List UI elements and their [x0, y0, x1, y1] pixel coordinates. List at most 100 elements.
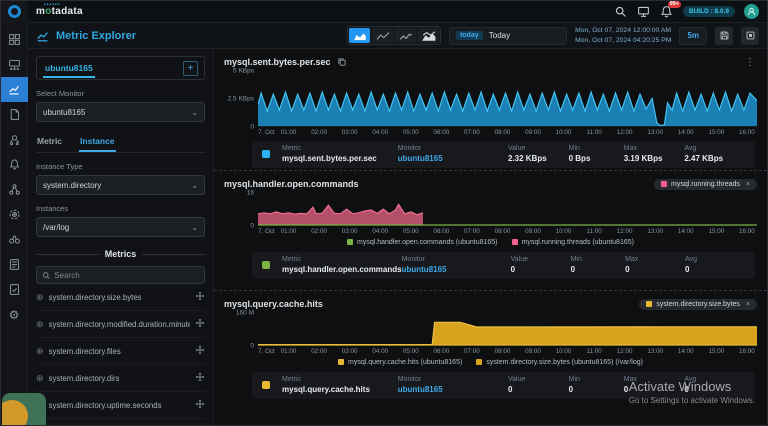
legend-item[interactable]: system.directory.size.bytes (ubuntu8165)… — [476, 359, 643, 366]
nav-infrastructure[interactable] — [1, 52, 28, 77]
bell-icon — [9, 159, 19, 170]
metric-list-item[interactable]: ⊕ system.directory.size.bytes — [36, 284, 205, 311]
monitor-select[interactable]: ubuntu8165 ⌄ — [36, 102, 205, 122]
report-list-icon — [9, 259, 19, 270]
monitor-link[interactable]: ubuntu8165 — [402, 265, 511, 274]
metric-name: system.directory.dirs — [48, 373, 120, 383]
chart-type-group — [347, 26, 442, 45]
time-range-picker[interactable]: today Today — [449, 26, 568, 45]
series-color-swatch — [262, 150, 270, 158]
instance-type-value: system.directory — [43, 180, 102, 190]
granularity-button[interactable]: 5m — [679, 26, 707, 45]
file-check-icon — [9, 284, 19, 295]
chart-title: mysql.query.cache.hits — [224, 299, 323, 309]
nav-radar[interactable] — [1, 202, 28, 227]
infrastructure-icon — [8, 59, 20, 71]
nav-discovery[interactable] — [1, 227, 28, 252]
legend-item[interactable]: mysql.running.threads (ubuntu8165) — [511, 239, 634, 246]
chart-plot-area[interactable] — [258, 71, 757, 127]
chart-type-mixed-button[interactable] — [418, 28, 440, 43]
copy-icon[interactable] — [337, 57, 347, 67]
chart-menu-button[interactable]: ⋮ — [743, 57, 757, 68]
remove-badge-icon[interactable]: × — [746, 181, 750, 188]
nav-automation[interactable] — [1, 127, 28, 152]
metric-explorer-icon — [37, 31, 48, 41]
metric-list-item[interactable]: ⊕ system.directory.modified.duration.minu… — [36, 311, 205, 338]
nav-reports[interactable] — [1, 252, 28, 277]
chart-plot-area[interactable] — [258, 193, 757, 226]
badge-color-swatch — [646, 301, 653, 307]
instance-type-select[interactable]: system.directory ⌄ — [36, 175, 205, 195]
add-monitor-button[interactable]: + — [183, 60, 198, 76]
metric-list-item[interactable]: ⊕system.directory.uptime.percent — [36, 419, 205, 425]
nav-topology[interactable] — [1, 177, 28, 202]
app-logo[interactable] — [1, 1, 28, 23]
legend-item[interactable]: mysql.handler.open.commands (ubuntu8165) — [347, 239, 498, 246]
time-chip: today — [456, 31, 483, 40]
metric-cell: mysql.handler.open.commands — [282, 265, 402, 274]
chart-card-sent-bytes: mysql.sent.bytes.per.sec ⋮ 5 KBps 2.5 KBp… — [214, 49, 767, 171]
select-monitor-label: Select Monitor — [36, 89, 84, 98]
radar-icon — [9, 209, 19, 220]
metric-name: system.directory.size.bytes — [48, 292, 142, 302]
nav-logs[interactable] — [1, 102, 28, 127]
chart-plot-area[interactable] — [258, 313, 757, 346]
instance-type-label: Instance Type — [36, 162, 83, 171]
instances-select[interactable]: /var/log ⌄ — [36, 217, 205, 237]
user-avatar[interactable] — [744, 4, 759, 19]
display-icon[interactable] — [637, 5, 651, 19]
y-axis-labels: 16 0 — [246, 189, 254, 230]
notification-count-badge: 99+ — [667, 0, 681, 8]
nav-alerts[interactable] — [1, 152, 28, 177]
time-label: Today — [488, 31, 511, 40]
metric-list-item[interactable]: ⊕system.directory.uptime.seconds — [36, 392, 205, 419]
drag-handle-icon[interactable] — [195, 342, 205, 360]
compare-metric-badge[interactable]: mysql.running.threads × — [654, 178, 757, 190]
assistant-chat-widget[interactable] — [2, 393, 46, 425]
screenshot-button[interactable] — [741, 26, 759, 45]
metric-list-item[interactable]: ⊕ system.directory.files — [36, 338, 205, 365]
monitor-link[interactable]: ubuntu8165 — [398, 385, 508, 394]
line-chart-icon — [376, 31, 389, 40]
topology-icon — [8, 184, 20, 195]
tab-metric[interactable]: Metric — [36, 133, 63, 152]
chart-card-query-cache: mysql.query.cache.hits system.directory.… — [214, 291, 767, 425]
notifications-bell-icon[interactable]: 99+ — [660, 1, 681, 19]
drag-handle-icon[interactable] — [195, 396, 205, 414]
badge-color-swatch — [661, 181, 668, 187]
drag-handle-icon[interactable] — [195, 369, 205, 387]
remove-badge-icon[interactable]: × — [746, 301, 750, 308]
chart-legend-table: Metric Monitor Value Min Max Avg mysql.sent.b… — [252, 141, 755, 168]
tab-instance[interactable]: Instance — [79, 133, 116, 152]
monitor-link[interactable]: ubuntu8165 — [398, 154, 508, 163]
date-from: Mon, Oct 07, 2024 12:00:00 AM — [575, 27, 672, 35]
monitor-tab[interactable]: ubuntu8165 — [43, 59, 95, 78]
nav-audit[interactable] — [1, 277, 28, 302]
date-to: Mon, Oct 07, 2024 04:20:25 PM — [575, 36, 672, 44]
circle-plus-icon: ⊕ — [36, 318, 44, 329]
dashboard-grid-icon — [8, 34, 20, 45]
chart-type-line-button[interactable] — [372, 28, 394, 43]
drag-handle-icon[interactable] — [195, 288, 205, 306]
search-icon[interactable] — [614, 5, 628, 19]
metric-list-item[interactable]: ⊕ system.directory.dirs — [36, 365, 205, 392]
drag-handle-icon[interactable] — [195, 315, 205, 333]
compare-metric-badge[interactable]: system.directory.size.bytes × — [639, 298, 757, 310]
charts-column: mysql.sent.bytes.per.sec ⋮ 5 KBps 2.5 KBp… — [214, 49, 767, 425]
chart-type-area-button[interactable] — [349, 28, 371, 43]
metric-name: system.directory.uptime.seconds — [48, 400, 162, 410]
nav-settings[interactable]: ⚙ — [1, 302, 28, 327]
chart-title: mysql.handler.open.commands — [224, 179, 359, 189]
nav-metric-explorer[interactable] — [1, 77, 28, 102]
y-axis-labels: 160 M0 — [235, 309, 254, 350]
x-axis-labels: 7. Oct 01:00 02:00 03:00 04:00 05:00 06:00 07:0… — [258, 129, 755, 136]
legend-item[interactable]: mysql.query.cache.hits (ubuntu8165) — [338, 359, 462, 366]
metric-chart-icon — [8, 85, 19, 95]
chart-type-spline-button[interactable] — [395, 28, 417, 43]
metrics-search-input[interactable] — [54, 270, 199, 280]
nav-dashboard[interactable] — [1, 27, 28, 52]
circle-plus-icon: ⊕ — [36, 291, 44, 302]
chart-legend: mysql.query.cache.hits (ubuntu8165) syst… — [224, 356, 757, 368]
save-button[interactable] — [715, 26, 733, 45]
assistant-orb-icon — [2, 400, 28, 425]
